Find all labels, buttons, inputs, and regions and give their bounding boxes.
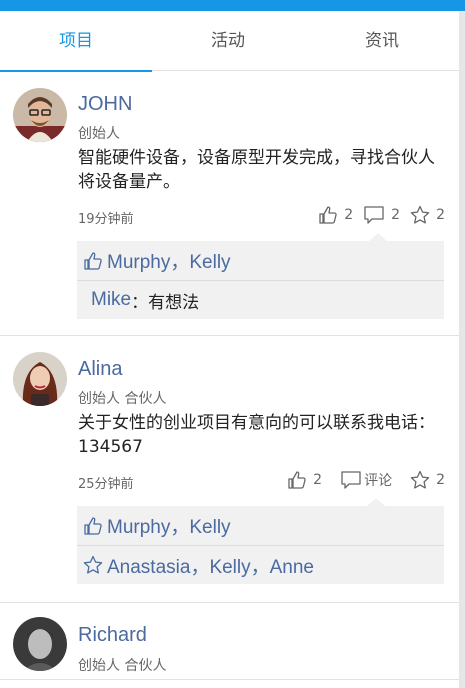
thumbs-up-icon bbox=[288, 471, 306, 489]
star-button[interactable]: 2 bbox=[410, 205, 445, 225]
like-button[interactable]: 2 bbox=[287, 470, 322, 490]
star-icon bbox=[410, 470, 430, 489]
avatar[interactable] bbox=[13, 352, 67, 406]
comment-icon bbox=[341, 471, 361, 489]
liked-by-names[interactable]: Murphy，Kelly bbox=[107, 247, 231, 274]
tab-activities-label: 活动 bbox=[211, 31, 245, 51]
tab-activities[interactable]: 活动 bbox=[152, 11, 304, 71]
like-count: 2 bbox=[344, 207, 354, 223]
post-author-name[interactable]: Richard bbox=[78, 624, 147, 647]
tab-news-label: 资讯 bbox=[365, 31, 399, 51]
post-author-role: 创始人 合伙人 bbox=[78, 391, 167, 407]
feed-post: Alina 创始人 合伙人 关于女性的创业项目有意向的可以联系我电话：13456… bbox=[0, 336, 459, 603]
comment-count: 2 bbox=[391, 207, 401, 223]
avatar[interactable] bbox=[13, 88, 67, 142]
comment-button[interactable]: 2 bbox=[363, 205, 400, 225]
starred-by-row: Anastasia，Kelly，Anne bbox=[77, 545, 444, 584]
star-button[interactable]: 2 bbox=[410, 470, 445, 490]
interaction-panel: Murphy，Kelly Mike ：有想法 bbox=[77, 233, 444, 319]
comment-author[interactable]: Mike bbox=[91, 289, 131, 311]
post-content: 关于女性的创业项目有意向的可以联系我电话：134567 bbox=[78, 413, 435, 457]
starred-by-names[interactable]: Anastasia，Kelly，Anne bbox=[107, 552, 314, 579]
post-actions: 2 2 2 bbox=[308, 205, 445, 225]
status-bar bbox=[0, 0, 465, 11]
tab-projects[interactable]: 项目 bbox=[0, 11, 152, 72]
thumbs-up-icon bbox=[84, 516, 102, 535]
interaction-panel: Murphy，Kelly Anastasia，Kelly，Anne bbox=[77, 498, 444, 584]
thumbs-up-icon bbox=[84, 251, 102, 270]
panel-pointer bbox=[369, 233, 387, 241]
star-icon bbox=[83, 555, 103, 574]
star-count: 2 bbox=[436, 472, 445, 488]
liked-by-row: Murphy，Kelly bbox=[77, 241, 444, 280]
comment-label: 评论 bbox=[364, 473, 393, 489]
tab-news[interactable]: 资讯 bbox=[306, 11, 458, 71]
scrollbar-track bbox=[459, 11, 465, 688]
post-time: 19分钟前 bbox=[78, 212, 134, 227]
comment-row[interactable]: Mike ：有想法 bbox=[77, 280, 444, 319]
avatar[interactable] bbox=[13, 617, 67, 671]
comment-text: ：有想法 bbox=[131, 292, 200, 313]
comment-icon bbox=[364, 206, 384, 224]
liked-by-row: Murphy，Kelly bbox=[77, 506, 444, 545]
liked-by-names[interactable]: Murphy，Kelly bbox=[107, 512, 231, 539]
feed-post: Richard 创始人 合伙人 bbox=[0, 603, 459, 679]
post-content: 智能硬件设备，设备原型开发完成，寻找合伙人将设备量产。 bbox=[78, 148, 435, 192]
panel-pointer bbox=[367, 498, 385, 506]
post-time: 25分钟前 bbox=[78, 477, 134, 492]
star-icon bbox=[410, 205, 430, 224]
post-actions: 2 评论 2 bbox=[277, 470, 445, 490]
post-author-name[interactable]: Alina bbox=[78, 358, 122, 381]
tab-bar: 项目 活动 资讯 bbox=[0, 11, 459, 72]
tab-projects-label: 项目 bbox=[59, 31, 93, 51]
star-count: 2 bbox=[436, 207, 445, 223]
comment-button[interactable]: 评论 bbox=[340, 470, 392, 490]
bottom-nav-bar bbox=[0, 679, 459, 688]
like-button[interactable]: 2 bbox=[318, 205, 353, 225]
post-author-role: 创始人 合伙人 bbox=[78, 658, 167, 674]
like-count: 2 bbox=[313, 472, 323, 488]
post-author-name[interactable]: JOHN bbox=[78, 93, 132, 116]
post-author-role: 创始人 bbox=[78, 126, 120, 142]
thumbs-up-icon bbox=[319, 206, 337, 224]
feed-post: JOHN 创始人 智能硬件设备，设备原型开发完成，寻找合伙人将设备量产。 19分… bbox=[0, 72, 459, 336]
